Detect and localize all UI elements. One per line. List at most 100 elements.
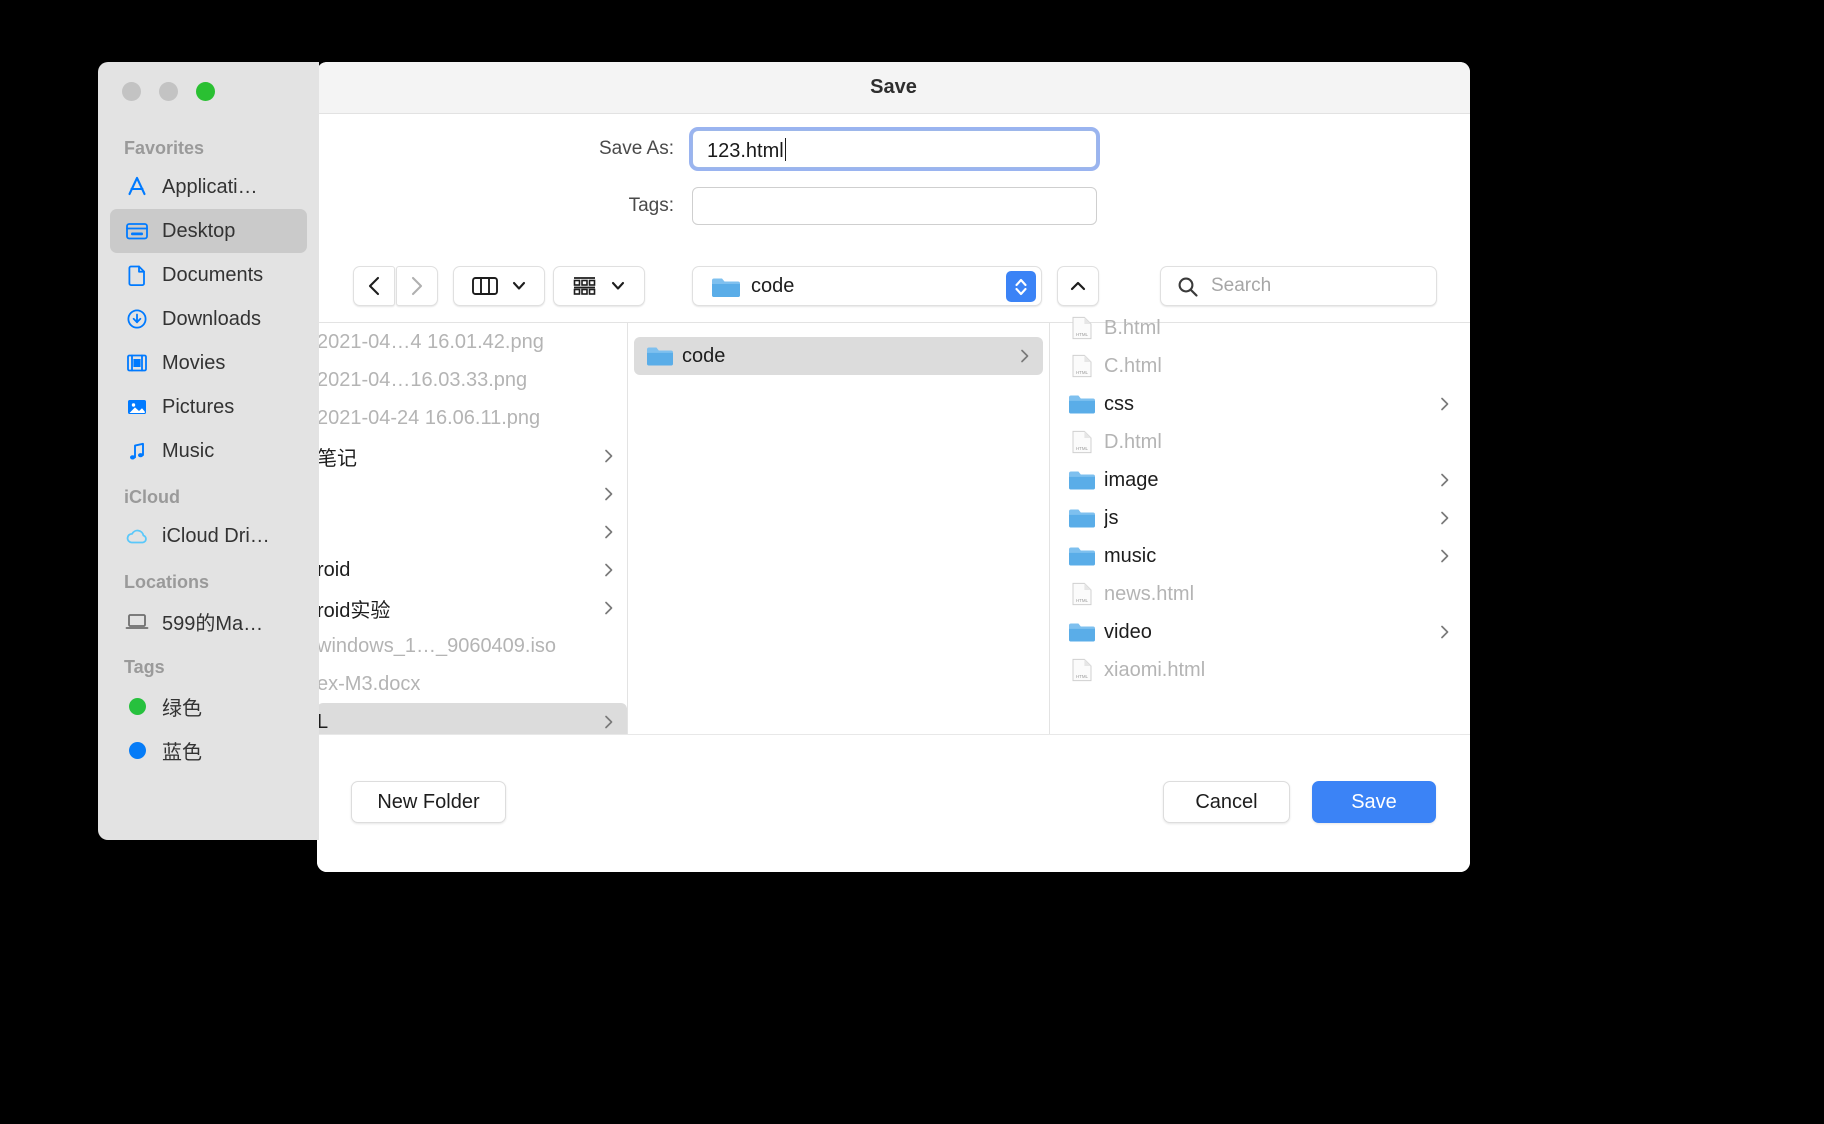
browser-column-2[interactable]: code bbox=[628, 323, 1050, 734]
sidebar-item-[interactable]: 绿色 bbox=[110, 684, 307, 728]
folder-icon bbox=[1068, 619, 1096, 645]
sidebar-item-pictures[interactable]: Pictures bbox=[110, 385, 307, 429]
folder-icon bbox=[1069, 509, 1095, 528]
folder-icon bbox=[1069, 395, 1095, 414]
music-icon bbox=[124, 439, 150, 463]
up-down-chevron-icon bbox=[1015, 278, 1027, 295]
file-row[interactable] bbox=[317, 513, 627, 551]
music-icon bbox=[130, 442, 144, 460]
browser-column-1[interactable]: 2021-04…4 16.01.42.png 2021-04…16.03.33.p… bbox=[317, 323, 628, 734]
sidebar-item-label: Pictures bbox=[162, 395, 235, 418]
file-name-label: news.html bbox=[1104, 582, 1195, 605]
file-row[interactable]: roid实验 bbox=[317, 589, 627, 627]
sidebar-section-header: Tags bbox=[124, 657, 165, 677]
path-popup-button[interactable]: code bbox=[692, 266, 1042, 306]
cancel-button[interactable]: Cancel bbox=[1163, 781, 1290, 823]
file-row[interactable]: 2021-04…16.03.33.png bbox=[317, 361, 627, 399]
search-field[interactable]: Search bbox=[1160, 266, 1437, 306]
disclosure-chevron-icon bbox=[1439, 548, 1451, 569]
save-as-input[interactable]: 123.html bbox=[692, 130, 1097, 168]
html-file-icon: HTML bbox=[1068, 353, 1096, 379]
sidebar-item-[interactable]: 蓝色 bbox=[110, 728, 307, 772]
arrange-button[interactable] bbox=[553, 266, 645, 306]
file-row[interactable]: 笔记 bbox=[317, 437, 627, 475]
sidebar-section-header: iCloud bbox=[124, 487, 180, 507]
disclosure-chevron-icon bbox=[1439, 624, 1451, 645]
sidebar-item-icloud-dri[interactable]: iCloud Dri… bbox=[110, 514, 307, 558]
search-placeholder: Search bbox=[1211, 275, 1272, 296]
forward-button[interactable] bbox=[396, 266, 438, 306]
disclosure-chevron-icon bbox=[603, 562, 615, 583]
sidebar-item-movies[interactable]: Movies bbox=[110, 341, 307, 385]
zoom-button[interactable] bbox=[196, 82, 215, 101]
go-up-button[interactable] bbox=[1057, 266, 1099, 306]
new-folder-button[interactable]: New Folder bbox=[351, 781, 506, 823]
path-popup-label: code bbox=[751, 275, 795, 297]
sidebar-item-applicati[interactable]: Applicati… bbox=[110, 165, 307, 209]
back-button[interactable] bbox=[353, 266, 395, 306]
disclosure-chevron-icon bbox=[1441, 549, 1449, 563]
file-row[interactable]: ex-M3.docx bbox=[317, 665, 627, 703]
sidebar-item-label: 绿色 bbox=[162, 697, 202, 720]
file-row[interactable]: video bbox=[1056, 613, 1463, 651]
file-row[interactable]: css bbox=[1056, 385, 1463, 423]
sidebar-item-label: Applicati… bbox=[162, 175, 258, 198]
sidebar-item-downloads[interactable]: Downloads bbox=[110, 297, 307, 341]
file-row[interactable]: windows_1…_9060409.iso bbox=[317, 627, 627, 665]
chevron-right-icon bbox=[411, 276, 423, 296]
browser-column-3[interactable]: HTML B.html HTML C.html css HTML D.html image js… bbox=[1050, 309, 1469, 720]
save-button[interactable]: Save bbox=[1312, 781, 1436, 823]
disclosure-chevron-icon bbox=[1439, 510, 1451, 531]
sidebar-item-599-ma[interactable]: 599的Ma… bbox=[110, 599, 307, 643]
dialog-title: Save bbox=[870, 76, 917, 98]
file-row[interactable]: 2021-04…4 16.01.42.png bbox=[317, 323, 627, 361]
file-row[interactable]: code bbox=[634, 337, 1043, 375]
disclosure-chevron-icon bbox=[1441, 473, 1449, 487]
disclosure-chevron-icon bbox=[605, 601, 613, 615]
sidebar-scroll-area[interactable]: Favorites Applicati… Desktop Documents Downl… bbox=[98, 124, 319, 772]
file-name-label: css bbox=[1104, 392, 1134, 415]
view-mode-button[interactable] bbox=[453, 266, 545, 306]
sidebar-section-header: Locations bbox=[124, 572, 210, 592]
file-row[interactable]: image bbox=[1056, 461, 1463, 499]
file-row[interactable]: HTML xiaomi.html bbox=[1056, 651, 1463, 689]
desktop-icon bbox=[124, 219, 150, 243]
minimize-button[interactable] bbox=[159, 82, 178, 101]
file-row[interactable]: 2021-04-24 16.06.11.png bbox=[317, 399, 627, 437]
file-row[interactable]: music bbox=[1056, 537, 1463, 575]
close-button[interactable] bbox=[122, 82, 141, 101]
column-view-icon bbox=[471, 277, 498, 295]
file-name-label: C.html bbox=[1104, 354, 1162, 377]
dialog-titlebar: Save bbox=[317, 62, 1470, 114]
disclosure-chevron-icon bbox=[1441, 511, 1449, 525]
file-name-label: windows_1…_9060409.iso bbox=[317, 634, 557, 657]
file-row[interactable]: HTML D.html bbox=[1056, 423, 1463, 461]
sidebar-item-music[interactable]: Music bbox=[110, 429, 307, 473]
disclosure-chevron-icon bbox=[605, 715, 613, 729]
file-name-label: D.html bbox=[1104, 430, 1162, 453]
window-controls bbox=[122, 82, 215, 101]
file-row[interactable]: roid bbox=[317, 551, 627, 589]
tags-input[interactable] bbox=[692, 187, 1097, 225]
file-row[interactable] bbox=[317, 475, 627, 513]
sidebar-item-desktop[interactable]: Desktop bbox=[110, 209, 307, 253]
html-file-icon: HTML bbox=[1072, 316, 1092, 340]
chevron-down-icon bbox=[611, 281, 625, 290]
file-row[interactable]: js bbox=[1056, 499, 1463, 537]
file-name-label: music bbox=[1104, 544, 1157, 567]
file-name-label: B.html bbox=[1104, 316, 1161, 339]
movies-icon bbox=[124, 351, 150, 375]
html-file-icon: HTML bbox=[1072, 582, 1092, 606]
sidebar-item-documents[interactable]: Documents bbox=[110, 253, 307, 297]
column-browser: 2021-04…4 16.01.42.png 2021-04…16.03.33.p… bbox=[317, 317, 1470, 734]
file-row[interactable]: HTML C.html bbox=[1056, 347, 1463, 385]
file-row[interactable]: HTML news.html bbox=[1056, 575, 1463, 613]
html-file-icon: HTML bbox=[1072, 430, 1092, 454]
disclosure-chevron-icon bbox=[605, 525, 613, 539]
path-stepper[interactable] bbox=[1006, 271, 1036, 302]
disclosure-chevron-icon bbox=[605, 487, 613, 501]
file-row[interactable]: HTML B.html bbox=[1056, 309, 1463, 347]
html-file-icon: HTML bbox=[1072, 658, 1092, 682]
svg-text:HTML: HTML bbox=[1076, 332, 1089, 337]
file-row[interactable]: L bbox=[317, 703, 627, 734]
